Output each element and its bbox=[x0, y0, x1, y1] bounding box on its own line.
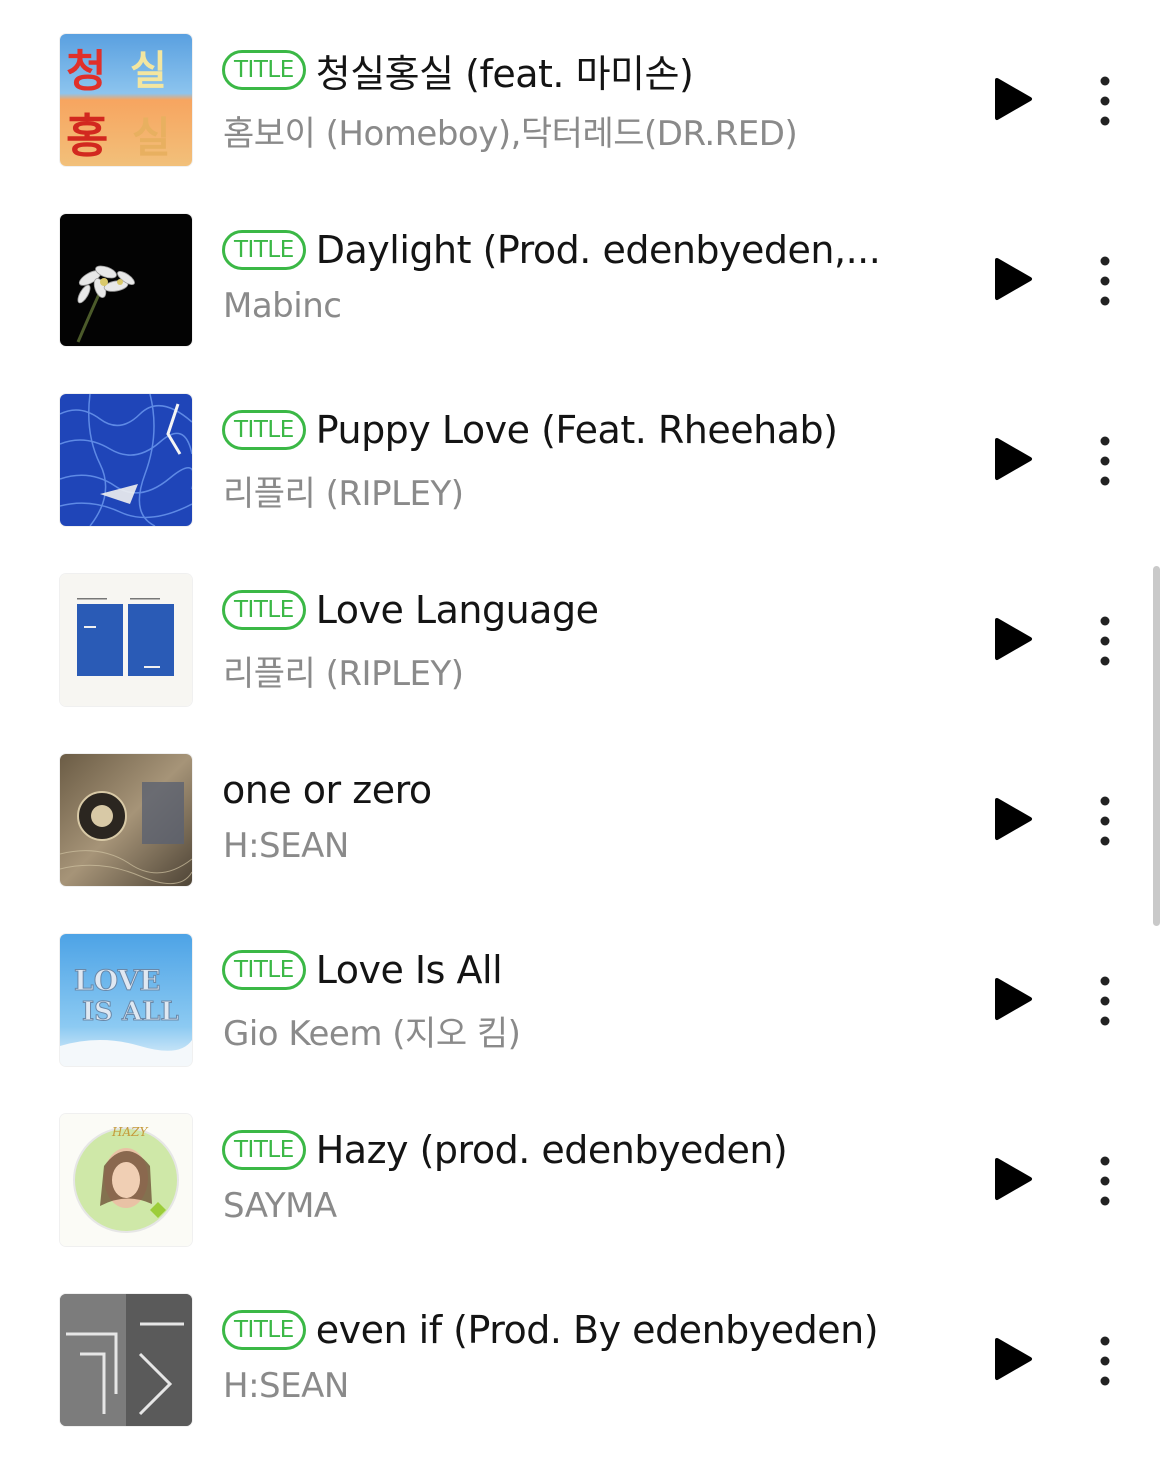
song-row[interactable]: one or zero H:SEAN bbox=[0, 720, 1150, 900]
title-track-badge: TITLE bbox=[222, 950, 306, 990]
song-row[interactable]: TITLE Puppy Love (Feat. Rheehab) 리플리 (RI… bbox=[0, 360, 1150, 540]
play-button[interactable] bbox=[990, 76, 1034, 122]
song-row[interactable]: TITLE Daylight (Prod. edenbyeden,... Mab… bbox=[0, 180, 1150, 360]
play-icon bbox=[995, 258, 1032, 300]
artist-name[interactable]: 리플리 (RIPLEY) bbox=[223, 466, 963, 515]
song-title-line[interactable]: TITLE even if (Prod. By edenbyeden) bbox=[222, 1300, 962, 1360]
album-art[interactable] bbox=[60, 394, 192, 526]
artist-name[interactable]: Gio Keem (지오 킴) bbox=[223, 1006, 963, 1055]
song-title: Hazy (prod. edenbyeden) bbox=[315, 1128, 788, 1172]
more-options-button[interactable] bbox=[1088, 796, 1122, 846]
song-title: 청실홍실 (feat. 마미손) bbox=[315, 51, 694, 96]
play-button[interactable] bbox=[990, 976, 1034, 1022]
title-track-badge: TITLE bbox=[222, 1130, 306, 1170]
more-options-button[interactable] bbox=[1088, 976, 1122, 1026]
song-list: 청 실 홍 실 TITLE 청실홍실 (feat. 마미손) 홈보이 (Home… bbox=[0, 0, 1170, 1467]
play-button[interactable] bbox=[990, 256, 1034, 302]
play-icon bbox=[995, 618, 1032, 660]
more-options-button[interactable] bbox=[1088, 1336, 1122, 1386]
play-icon bbox=[995, 1338, 1032, 1380]
more-options-button[interactable] bbox=[1088, 256, 1122, 306]
album-art[interactable] bbox=[60, 754, 192, 886]
title-track-badge: TITLE bbox=[222, 1310, 306, 1350]
more-vertical-icon bbox=[1100, 256, 1110, 306]
artist-name[interactable]: H:SEAN bbox=[223, 1366, 963, 1406]
song-title: one or zero bbox=[222, 768, 432, 812]
song-title: Puppy Love (Feat. Rheehab) bbox=[315, 408, 838, 452]
song-title-line[interactable]: TITLE Hazy (prod. edenbyeden) bbox=[222, 1120, 962, 1180]
song-row[interactable]: 청 실 홍 실 TITLE 청실홍실 (feat. 마미손) 홈보이 (Home… bbox=[0, 0, 1150, 180]
play-icon bbox=[995, 1158, 1032, 1200]
album-art[interactable]: HAZY bbox=[60, 1114, 192, 1246]
album-art[interactable] bbox=[60, 214, 192, 346]
more-options-button[interactable] bbox=[1088, 76, 1122, 126]
svg-text:IS ALL: IS ALL bbox=[82, 997, 179, 1027]
song-row[interactable]: TITLE Love Language 리플리 (RIPLEY) bbox=[0, 540, 1150, 720]
play-button[interactable] bbox=[990, 796, 1034, 842]
artist-name[interactable]: 리플리 (RIPLEY) bbox=[223, 646, 963, 695]
artist-name[interactable]: SAYMA bbox=[223, 1186, 963, 1226]
svg-text:홍: 홍 bbox=[66, 109, 108, 163]
more-options-button[interactable] bbox=[1088, 616, 1122, 666]
svg-text:실: 실 bbox=[132, 113, 171, 162]
song-title: Daylight (Prod. edenbyeden,... bbox=[315, 228, 881, 272]
song-row[interactable]: TITLE even if (Prod. By edenbyeden) H:SE… bbox=[0, 1260, 1150, 1440]
play-icon bbox=[995, 78, 1032, 120]
song-title-line[interactable]: one or zero bbox=[222, 760, 962, 820]
svg-text:청: 청 bbox=[66, 46, 106, 97]
more-vertical-icon bbox=[1100, 1336, 1110, 1386]
album-art[interactable]: LOVE IS ALL bbox=[60, 934, 192, 1066]
title-track-badge: TITLE bbox=[222, 410, 306, 450]
album-art[interactable] bbox=[60, 574, 192, 706]
more-options-button[interactable] bbox=[1088, 1156, 1122, 1206]
song-title: even if (Prod. By edenbyeden) bbox=[315, 1308, 879, 1352]
song-title: Love Is All bbox=[315, 948, 503, 992]
album-art[interactable]: 청 실 홍 실 bbox=[60, 34, 192, 166]
artist-name[interactable]: Mabinc bbox=[223, 286, 963, 326]
more-vertical-icon bbox=[1100, 1156, 1110, 1206]
play-icon bbox=[995, 798, 1032, 840]
play-button[interactable] bbox=[990, 436, 1034, 482]
song-title-line[interactable]: TITLE 청실홍실 (feat. 마미손) bbox=[222, 40, 962, 100]
artist-name[interactable]: 홈보이 (Homeboy),닥터레드(DR.RED) bbox=[223, 106, 963, 155]
song-row[interactable]: HAZY TITLE Hazy (prod. edenbyeden) SAYMA bbox=[0, 1080, 1150, 1260]
song-row[interactable]: LOVE IS ALL TITLE Love Is All Gio Keem (… bbox=[0, 900, 1150, 1080]
svg-text:HAZY: HAZY bbox=[111, 1125, 148, 1139]
play-icon bbox=[995, 978, 1032, 1020]
title-track-badge: TITLE bbox=[222, 590, 306, 630]
song-title-line[interactable]: TITLE Puppy Love (Feat. Rheehab) bbox=[222, 400, 962, 460]
artist-name[interactable]: H:SEAN bbox=[223, 826, 963, 866]
song-title: Love Language bbox=[315, 588, 599, 632]
song-title-line[interactable]: TITLE Daylight (Prod. edenbyeden,... bbox=[222, 220, 962, 280]
more-vertical-icon bbox=[1100, 796, 1110, 846]
title-track-badge: TITLE bbox=[222, 230, 306, 270]
play-icon bbox=[995, 438, 1032, 480]
song-title-line[interactable]: TITLE Love Is All bbox=[222, 940, 962, 1000]
more-vertical-icon bbox=[1100, 976, 1110, 1026]
scrollbar[interactable] bbox=[1153, 566, 1160, 926]
more-vertical-icon bbox=[1100, 76, 1110, 126]
more-vertical-icon bbox=[1100, 616, 1110, 666]
more-vertical-icon bbox=[1100, 436, 1110, 486]
album-art[interactable] bbox=[60, 1294, 192, 1426]
song-title-line[interactable]: TITLE Love Language bbox=[222, 580, 962, 640]
title-track-badge: TITLE bbox=[222, 50, 306, 90]
play-button[interactable] bbox=[990, 1336, 1034, 1382]
svg-text:실: 실 bbox=[130, 48, 167, 94]
play-button[interactable] bbox=[990, 1156, 1034, 1202]
play-button[interactable] bbox=[990, 616, 1034, 662]
more-options-button[interactable] bbox=[1088, 436, 1122, 486]
svg-text:LOVE: LOVE bbox=[74, 964, 161, 997]
